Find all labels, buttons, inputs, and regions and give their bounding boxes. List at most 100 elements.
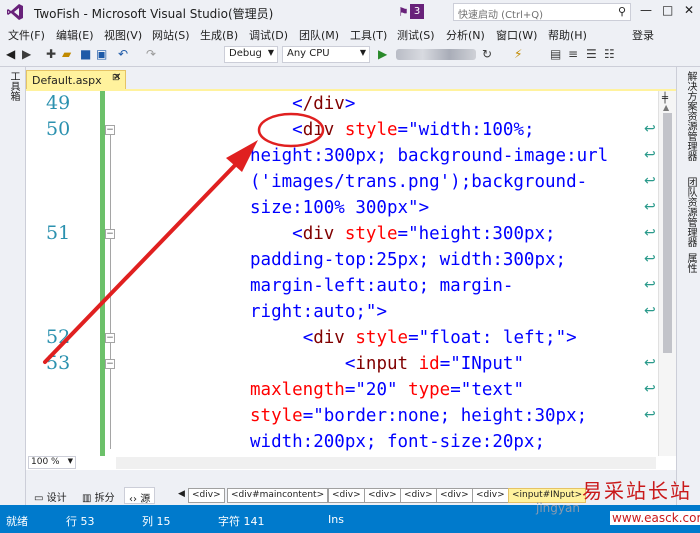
scroll-up-icon[interactable]: ▲	[663, 103, 669, 112]
collapse-icon[interactable]: −	[105, 333, 115, 343]
start-target-label[interactable]	[396, 49, 476, 60]
code-line[interactable]: <div style="float: left;">	[250, 325, 577, 351]
refresh-icon[interactable]: ↻	[482, 47, 492, 61]
login-link[interactable]: 登录	[632, 27, 654, 43]
quick-launch-input[interactable]: 快速启动 (Ctrl+Q) ⚲	[453, 3, 631, 21]
code-line[interactable]: <div style="height:300px;	[250, 221, 555, 247]
horizontal-scrollbar[interactable]	[116, 457, 656, 469]
code-line[interactable]: margin-left:auto; margin-	[250, 273, 513, 299]
zoom-select[interactable]: 100 % ▼	[28, 456, 76, 469]
split-view-button[interactable]: ▥ 拆分	[78, 487, 119, 504]
comment-icon[interactable]: ☰	[586, 47, 597, 61]
breadcrumb-item[interactable]: <div>	[188, 488, 225, 503]
visual-studio-logo-icon	[7, 4, 23, 20]
chevron-down-icon: ▼	[67, 457, 73, 465]
menu-tools[interactable]: 工具(T)	[350, 27, 387, 43]
menu-bar: 文件(F) 编辑(E) 视图(V) 网站(S) 生成(B) 调试(D) 团队(M…	[0, 24, 700, 43]
code-line[interactable]: ('images/trans.png');background-	[250, 169, 587, 195]
save-icon[interactable]: ■	[80, 47, 91, 61]
code-line[interactable]: padding-top:25px; width:300px;	[250, 247, 566, 273]
solution-configuration-value: Debug	[229, 48, 262, 59]
close-tab-icon[interactable]: ✕	[113, 72, 121, 83]
notification-flag-icon[interactable]: ⚑	[398, 5, 409, 19]
change-indicator-bar	[100, 91, 105, 456]
redo-icon[interactable]: ↷	[146, 47, 156, 61]
document-outline-icon[interactable]: ≡	[568, 47, 578, 61]
document-tab-default-aspx[interactable]: Default.aspx	[26, 70, 126, 90]
team-explorer-tab[interactable]: 团队资源管理器	[683, 177, 698, 247]
breadcrumb-item[interactable]: <div>	[436, 488, 473, 503]
word-wrap-glyph-icon: ↩	[644, 225, 656, 241]
source-view-button[interactable]: ‹› 源	[124, 487, 156, 505]
uncomment-icon[interactable]: ☷	[604, 47, 615, 61]
navigate-back-icon[interactable]: ◀	[6, 47, 15, 61]
breadcrumb-item[interactable]: <div>	[364, 488, 401, 503]
line-number: 50	[46, 118, 71, 140]
site-watermark: 易采站长站	[582, 479, 692, 503]
code-line[interactable]: <div style="width:100%;	[250, 117, 534, 143]
document-tab-label: Default.aspx	[32, 74, 102, 87]
collapse-icon[interactable]: −	[105, 125, 115, 135]
collapse-icon[interactable]: −	[105, 359, 115, 369]
source-icon: ‹›	[129, 494, 141, 505]
code-line[interactable]: size:100% 300px">	[250, 195, 429, 221]
code-editor[interactable]: 49 50 51 52 53 − − − − </div> <div style…	[26, 91, 676, 456]
breadcrumb-item[interactable]: <div>	[472, 488, 509, 503]
code-line[interactable]: <input id="INput"	[250, 351, 524, 377]
breadcrumb-item[interactable]: <div>	[400, 488, 437, 503]
menu-help[interactable]: 帮助(H)	[548, 27, 587, 43]
code-line[interactable]: maxlength="20" type="text"	[250, 377, 524, 403]
menu-build[interactable]: 生成(B)	[200, 27, 238, 43]
solution-explorer-tab[interactable]: 解决方案资源管理器	[683, 71, 698, 161]
status-bar: 就绪 行 53 列 15 字符 141 Ins	[0, 505, 700, 533]
breadcrumb-scroll-left-icon[interactable]: ◀	[178, 489, 185, 499]
menu-analyze[interactable]: 分析(N)	[446, 27, 485, 43]
menu-test[interactable]: 测试(S)	[397, 27, 435, 43]
code-line[interactable]: height:300px; background-image:url	[250, 143, 608, 169]
menu-team[interactable]: 团队(M)	[299, 27, 339, 43]
save-all-icon[interactable]: ▣	[96, 47, 107, 61]
solution-platform-value: Any CPU	[287, 48, 330, 59]
menu-website[interactable]: 网站(S)	[152, 27, 190, 43]
menu-edit[interactable]: 编辑(E)	[56, 27, 94, 43]
word-wrap-glyph-icon: ↩	[644, 199, 656, 215]
menu-debug[interactable]: 调试(D)	[249, 27, 288, 43]
document-icon[interactable]: ▤	[550, 47, 561, 61]
properties-tab[interactable]: 属性	[683, 253, 698, 273]
collapse-icon[interactable]: −	[105, 229, 115, 239]
open-file-icon[interactable]: ▰	[62, 47, 71, 61]
breadcrumb-item[interactable]: <div#maincontent>	[227, 488, 329, 503]
split-label: 拆分	[94, 493, 115, 504]
line-number: 49	[46, 92, 71, 114]
close-button[interactable]: ✕	[684, 3, 694, 17]
new-project-icon[interactable]: ✚	[46, 47, 56, 61]
line-number-gutter: 49 50 51 52 53	[26, 91, 98, 456]
chevron-down-icon: ▼	[359, 48, 366, 57]
code-line[interactable]: width:200px; font-size:20px;	[250, 429, 545, 455]
word-wrap-glyph-icon: ↩	[644, 381, 656, 397]
line-number: 53	[46, 352, 71, 374]
scrollbar-thumb[interactable]	[663, 113, 672, 353]
navigate-forward-icon[interactable]: ▶	[22, 47, 31, 61]
maximize-button[interactable]: □	[662, 3, 673, 17]
toolbox-tab[interactable]: 工具箱	[6, 71, 21, 101]
code-line[interactable]: style="border:none; height:30px;	[250, 403, 587, 429]
chevron-down-icon: ▼	[267, 48, 274, 57]
menu-window[interactable]: 窗口(W)	[496, 27, 537, 43]
design-view-button[interactable]: ▭ 设计	[30, 487, 71, 504]
vertical-scrollbar[interactable]: ╪ ▲	[658, 91, 676, 456]
start-debug-icon[interactable]: ▶	[378, 47, 387, 61]
code-line[interactable]: right:auto;">	[250, 299, 387, 325]
breadcrumb-item[interactable]: <div>	[328, 488, 365, 503]
site-url-watermark: www.easck.com	[610, 511, 700, 525]
notification-count-badge[interactable]: 3	[410, 4, 424, 19]
menu-view[interactable]: 视图(V)	[104, 27, 142, 43]
solution-configuration-select[interactable]: Debug ▼	[224, 46, 278, 63]
browser-link-icon[interactable]: ⚡	[514, 47, 522, 61]
code-line[interactable]: </div>	[250, 91, 355, 117]
menu-file[interactable]: 文件(F)	[8, 27, 45, 43]
undo-icon[interactable]: ↶	[118, 47, 128, 61]
solution-platform-select[interactable]: Any CPU ▼	[282, 46, 370, 63]
minimize-button[interactable]: —	[640, 3, 652, 17]
status-insert-mode: Ins	[328, 513, 344, 526]
